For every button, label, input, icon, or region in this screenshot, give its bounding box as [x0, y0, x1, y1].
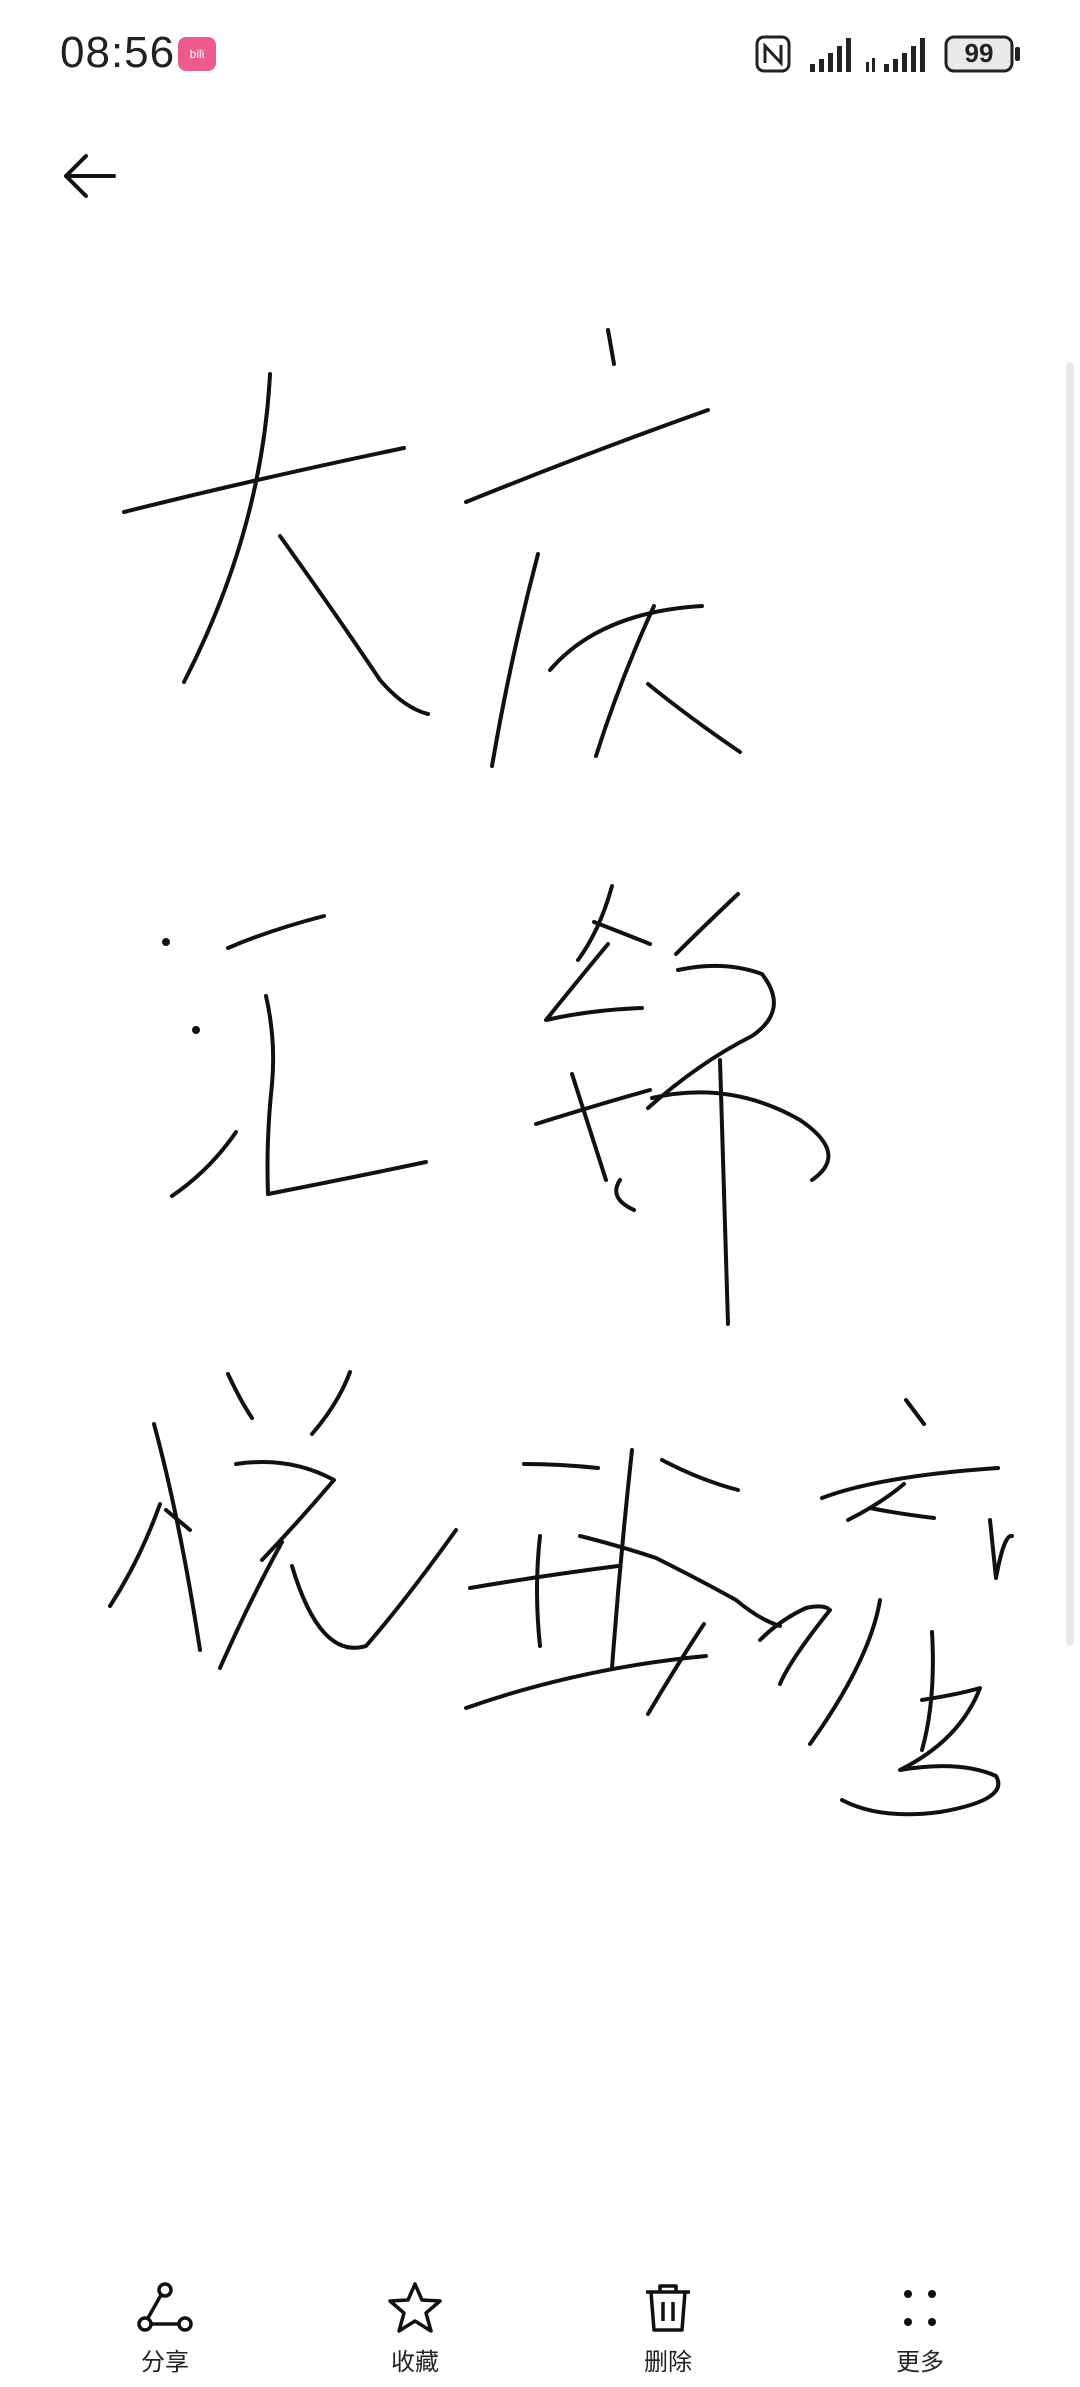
battery-level: 99	[964, 38, 994, 68]
status-time: 08:56	[60, 28, 176, 77]
battery-icon: 99	[944, 34, 1024, 79]
favorite-button[interactable]: 收藏	[335, 2270, 495, 2380]
more-button[interactable]: 更多	[840, 2270, 1000, 2380]
app-notification-icon: bili	[178, 37, 216, 71]
trash-icon	[646, 2284, 690, 2332]
star-icon	[388, 2282, 442, 2333]
share-label: 分享	[141, 2349, 189, 2376]
back-button[interactable]	[58, 146, 122, 206]
scrollbar[interactable]	[1066, 362, 1074, 1646]
share-button[interactable]: 分享	[85, 2270, 245, 2380]
nfc-icon	[755, 35, 791, 73]
signal-icon	[866, 38, 925, 72]
status-bar: 08:56 bili 99	[0, 0, 1080, 110]
delete-label: 删除	[644, 2349, 692, 2376]
favorite-label: 收藏	[391, 2349, 439, 2376]
more-dots-icon	[904, 2290, 936, 2326]
bottom-toolbar: 分享 收藏 删除 更多	[0, 2270, 1080, 2387]
arrow-left-icon	[64, 154, 116, 198]
signal-icon	[810, 38, 851, 72]
handwriting-drawing[interactable]	[0, 290, 1080, 1850]
more-label: 更多	[896, 2349, 944, 2376]
delete-button[interactable]: 删除	[588, 2270, 748, 2380]
share-icon	[137, 2282, 193, 2332]
